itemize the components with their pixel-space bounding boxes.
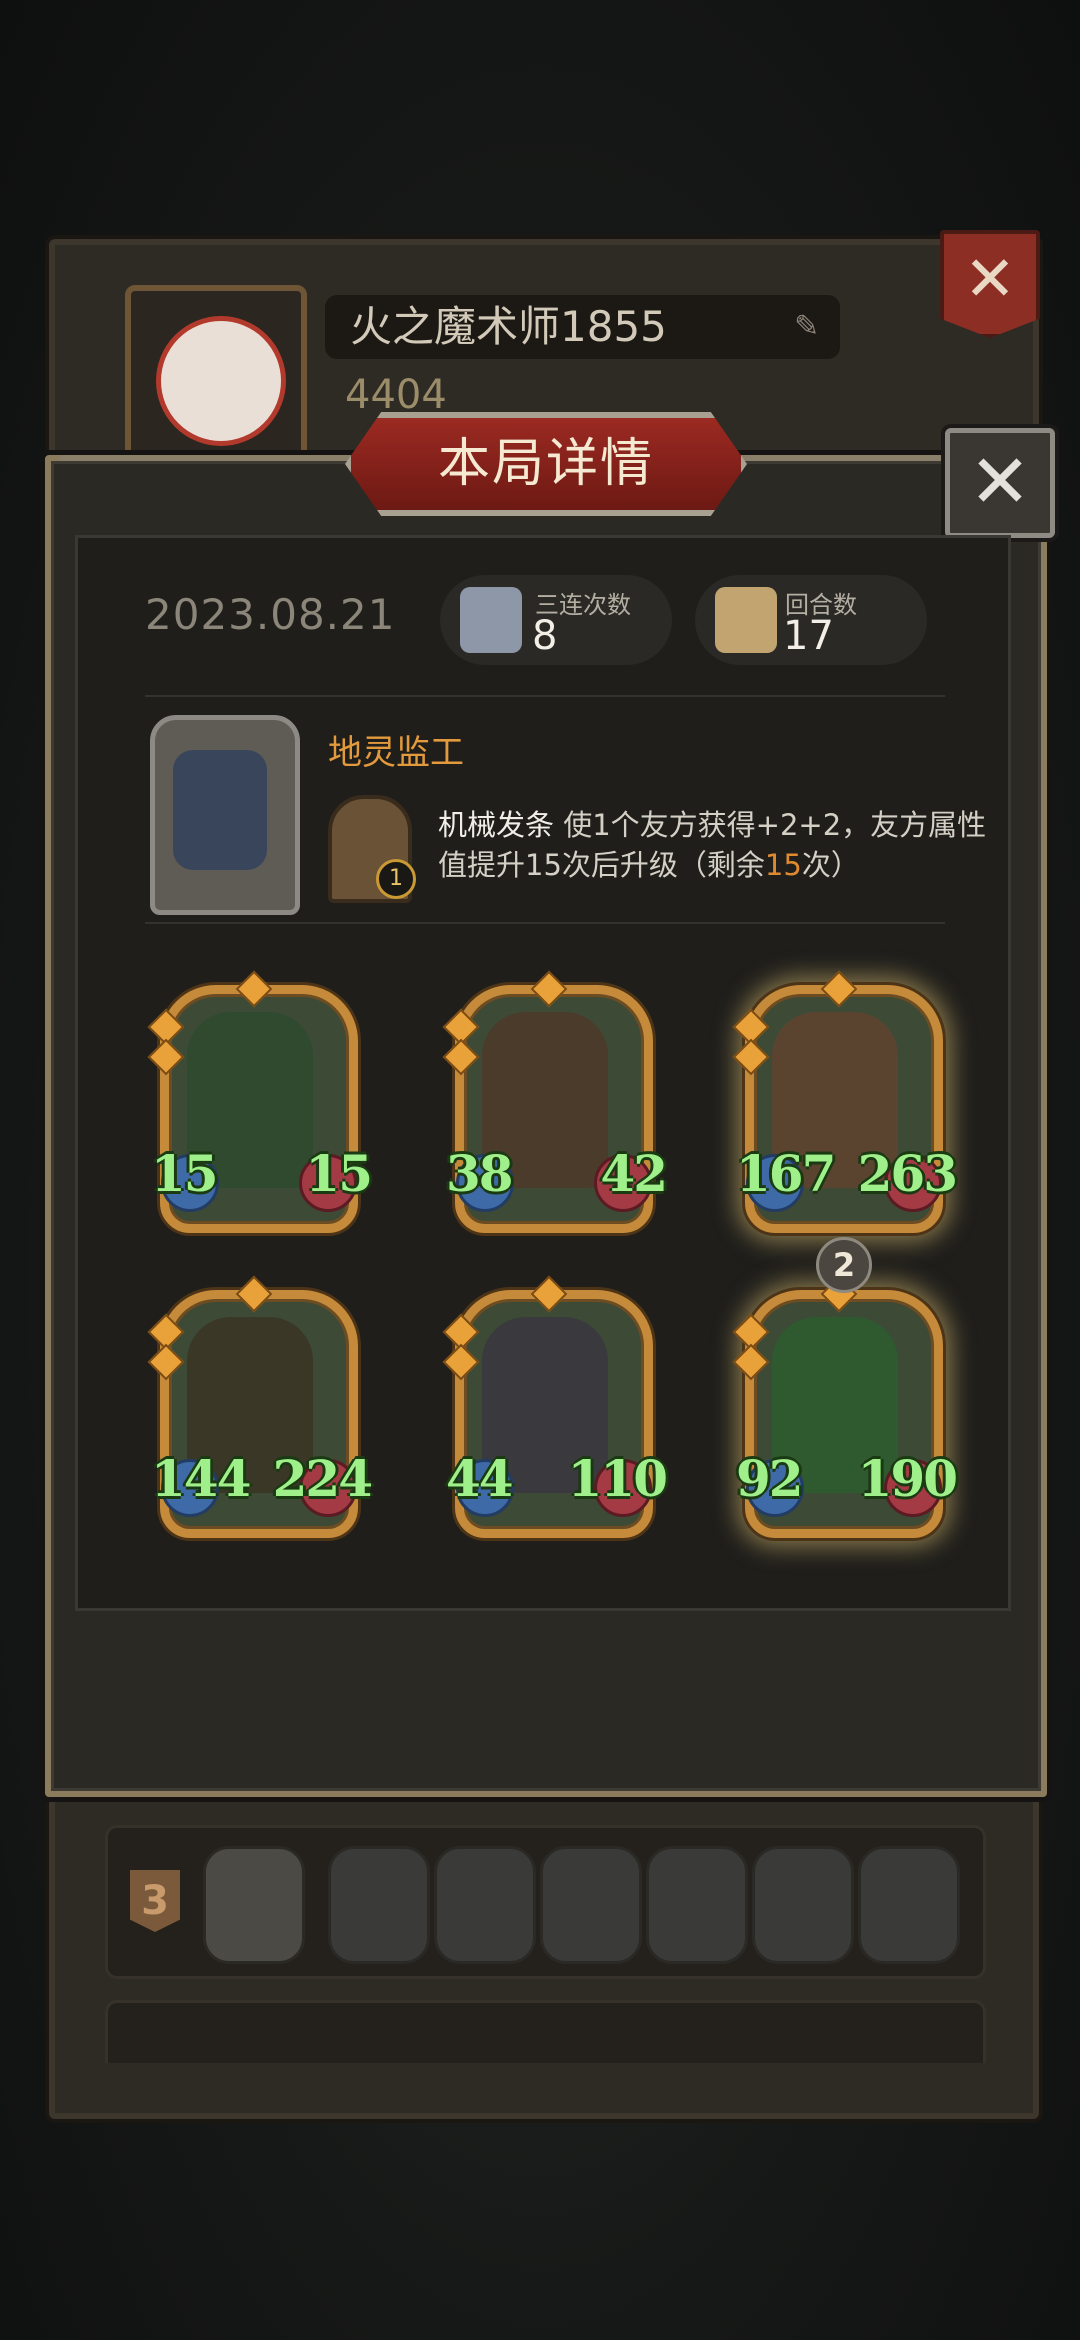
skill-desc-b: 次）: [801, 848, 860, 882]
rounds-stat: 回合数 17: [695, 575, 927, 665]
divider: [145, 922, 945, 924]
rank-badge: 3: [130, 1870, 180, 1932]
unit-portrait: [434, 1846, 536, 1964]
match-date: 2023.08.21: [145, 590, 396, 639]
rounds-value: 17: [783, 613, 834, 659]
skill-name: 机械发条: [438, 808, 555, 842]
modal-title: 本局详情: [345, 412, 747, 516]
unit-card[interactable]: 38 42: [442, 970, 668, 1233]
list-item[interactable]: [105, 2000, 986, 2063]
avatar-face: [156, 316, 286, 446]
triple-icon: [460, 587, 522, 653]
unit-attack: 92: [736, 1449, 804, 1508]
hero-portrait: [203, 1846, 305, 1964]
title-rail: [720, 455, 950, 461]
pen-icon[interactable]: ✎: [794, 311, 826, 343]
hero-name: 地灵监工: [328, 733, 464, 773]
unit-card[interactable]: 15 15: [147, 970, 373, 1233]
unit-portrait: [540, 1846, 642, 1964]
unit-portrait: [646, 1846, 748, 1964]
hero-art: [173, 750, 267, 870]
unit-attack: 15: [151, 1144, 219, 1203]
rounds-icon: [715, 587, 777, 653]
unit-card[interactable]: 167 263: [732, 970, 958, 1233]
unit-portrait: [752, 1846, 854, 1964]
unit-health: 224: [272, 1449, 373, 1508]
unit-attack: 167: [736, 1144, 836, 1203]
close-icon: ✕: [968, 439, 1031, 525]
unit-portrait: [858, 1846, 960, 1964]
divider: [145, 695, 945, 697]
close-button[interactable]: ✕: [945, 428, 1055, 538]
unit-attack: 38: [446, 1144, 514, 1203]
triple-stat: 三连次数 8: [440, 575, 672, 665]
unit-portrait: [328, 1846, 430, 1964]
unit-health: 110: [567, 1449, 668, 1508]
unit-health: 42: [600, 1144, 668, 1203]
unit-attack: 44: [446, 1449, 514, 1508]
player-name-bar: 火之魔术师1855 ✎: [325, 295, 840, 359]
unit-health: 15: [305, 1144, 373, 1203]
avatar[interactable]: [125, 285, 307, 467]
unit-card[interactable]: 144 224: [147, 1275, 373, 1538]
list-item[interactable]: 3: [105, 1825, 986, 1979]
unit-health: 190: [857, 1449, 958, 1508]
title-rail: [60, 455, 360, 461]
close-icon[interactable]: ✕: [940, 230, 1040, 338]
skill-level: 1: [376, 859, 416, 899]
unit-card[interactable]: 44 110: [442, 1275, 668, 1538]
unit-card[interactable]: 92 190 2: [732, 1237, 958, 1538]
unit-attack: 144: [151, 1449, 251, 1508]
player-name: 火之魔术师1855: [350, 302, 667, 351]
skill-icon[interactable]: 1: [328, 795, 416, 903]
player-score: 4404: [345, 372, 447, 418]
hero-portrait[interactable]: [150, 715, 300, 915]
skill-desc-highlight: 15: [764, 848, 802, 882]
unit-level-badge: 2: [816, 1237, 872, 1293]
skill-description: 机械发条 使1个友方获得+2+2，友方属性值提升15次后升级（剩余15次）: [438, 805, 998, 885]
triple-value: 8: [532, 613, 558, 659]
unit-health: 263: [857, 1144, 958, 1203]
